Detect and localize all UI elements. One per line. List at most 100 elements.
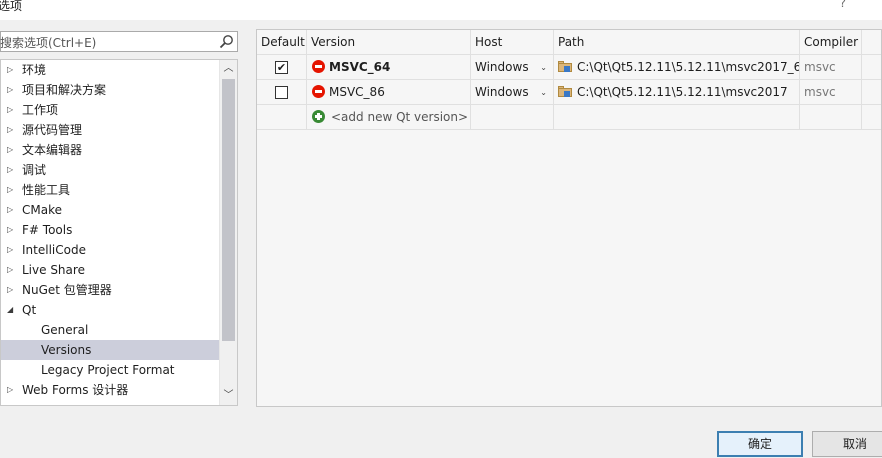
tree-item-label: General — [41, 323, 89, 337]
compiler-cell: msvc — [800, 80, 862, 105]
expand-arrow-icon[interactable]: ▷ — [7, 80, 13, 100]
help-button[interactable]: ? — [840, 0, 846, 10]
default-cell: ✔ — [257, 55, 307, 80]
column-header-compiler[interactable]: Compiler — [800, 30, 862, 55]
search-icon[interactable] — [219, 34, 234, 49]
dialog-title: 选项 — [0, 0, 23, 13]
expand-arrow-icon[interactable]: ▷ — [7, 120, 13, 140]
empty-cell — [862, 55, 881, 80]
expand-arrow-icon[interactable]: ▷ — [7, 380, 13, 400]
tree-item-text-editor[interactable]: ▷ 文本编辑器 — [1, 140, 219, 160]
chevron-down-icon[interactable]: ⌄ — [540, 80, 547, 104]
tree-item-environment[interactable]: ▷ 环境 — [1, 60, 219, 80]
column-header-empty — [862, 30, 881, 55]
expand-arrow-icon[interactable]: ▷ — [7, 60, 13, 80]
column-header-path[interactable]: Path — [554, 30, 800, 55]
path-cell[interactable]: C:\Qt\Qt5.12.11\5.12.11\msvc2017 — [554, 80, 800, 105]
expand-arrow-icon[interactable]: ▷ — [7, 240, 13, 260]
column-header-default[interactable]: Default — [257, 30, 307, 55]
tree-item-label: 调试 — [22, 163, 47, 177]
expand-arrow-icon[interactable]: ▷ — [7, 160, 13, 180]
tree-item-label: 项目和解决方案 — [22, 83, 107, 97]
default-checkbox[interactable]: ✔ — [275, 61, 288, 74]
default-cell — [257, 80, 307, 105]
version-cell[interactable]: MSVC_86 — [307, 80, 471, 105]
tree-item-label: 环境 — [22, 63, 47, 77]
tree-item-projects[interactable]: ▷ 项目和解决方案 — [1, 80, 219, 100]
collapse-arrow-icon[interactable]: ◢ — [7, 300, 13, 320]
tree-item-label: Web Forms 设计器 — [22, 383, 129, 397]
version-name: MSVC_64 — [329, 60, 391, 74]
add-version-link[interactable]: <add new Qt version> — [331, 110, 468, 124]
tree-item-label: 文本编辑器 — [22, 143, 83, 157]
tree-item-fsharp-tools[interactable]: ▷ F# Tools — [1, 220, 219, 240]
default-checkbox[interactable] — [275, 86, 288, 99]
tree-item-web-forms-designer[interactable]: ▷ Web Forms 设计器 — [1, 380, 219, 400]
tree-item-label: CMake — [22, 203, 62, 217]
tree-item-label: NuGet 包管理器 — [22, 283, 112, 297]
tree-item-label: 工作项 — [22, 103, 59, 117]
tree-item-source-control[interactable]: ▷ 源代码管理 — [1, 120, 219, 140]
tree-item-label: 源代码管理 — [22, 123, 83, 137]
scrollbar-thumb[interactable] — [222, 79, 235, 341]
empty-cell — [862, 80, 881, 105]
tree-item-intellicode[interactable]: ▷ IntelliCode — [1, 240, 219, 260]
path-cell[interactable]: C:\Qt\Qt5.12.11\5.12.11\msvc2017_64 — [554, 55, 800, 80]
remove-icon[interactable] — [312, 60, 325, 73]
expand-arrow-icon[interactable]: ▷ — [7, 260, 13, 280]
expand-arrow-icon[interactable]: ▷ — [7, 200, 13, 220]
expand-arrow-icon[interactable]: ▷ — [7, 140, 13, 160]
cancel-button[interactable]: 取消 — [812, 431, 882, 457]
path-value: C:\Qt\Qt5.12.11\5.12.11\msvc2017 — [577, 85, 788, 99]
remove-icon[interactable] — [312, 85, 325, 98]
empty-cell — [257, 105, 307, 130]
tree-item-label: IntelliCode — [22, 243, 86, 257]
version-name: MSVC_86 — [329, 85, 385, 99]
options-tree: ▷ 环境 ▷ 项目和解决方案 ▷ 工作项 ▷ 源代码管理 ▷ 文本编辑器 ▷ 调试 ▷ 性能工… — [0, 59, 238, 406]
tree-item-label: Qt — [22, 303, 37, 317]
empty-cell — [800, 105, 862, 130]
path-value: C:\Qt\Qt5.12.11\5.12.11\msvc2017_64 — [577, 60, 800, 74]
add-version-cell[interactable]: <add new Qt version> — [307, 105, 471, 130]
column-header-host[interactable]: Host — [471, 30, 554, 55]
empty-cell — [554, 105, 800, 130]
tree-item-label: Legacy Project Format — [41, 363, 175, 377]
folder-icon[interactable] — [558, 86, 572, 97]
scroll-up-icon[interactable]: ︿ — [220, 60, 237, 78]
tree-item-label: 性能工具 — [22, 183, 71, 197]
host-value: Windows — [475, 60, 529, 74]
host-select[interactable]: Windows ⌄ — [471, 80, 554, 105]
tree-item-nuget[interactable]: ▷ NuGet 包管理器 — [1, 280, 219, 300]
qt-versions-grid: Default Version Host Path Compiler ✔ MSV… — [256, 29, 882, 407]
tree-scrollbar[interactable]: ︿ ﹀ — [219, 60, 237, 405]
search-box[interactable]: 搜索选项(Ctrl+E) — [0, 31, 238, 52]
tree-item-work-items[interactable]: ▷ 工作项 — [1, 100, 219, 120]
expand-arrow-icon[interactable]: ▷ — [7, 280, 13, 300]
empty-cell — [471, 105, 554, 130]
tree-item-qt-general[interactable]: General — [1, 320, 219, 340]
ok-button[interactable]: 确定 — [717, 431, 803, 457]
folder-icon[interactable] — [558, 61, 572, 72]
scroll-down-icon[interactable]: ﹀ — [220, 387, 237, 405]
add-icon[interactable] — [312, 110, 325, 123]
expand-arrow-icon[interactable]: ▷ — [7, 220, 13, 240]
tree-item-cmake[interactable]: ▷ CMake — [1, 200, 219, 220]
dialog-title-bar: 选项 ? — [0, 0, 882, 20]
tree-item-label: Live Share — [22, 263, 85, 277]
column-header-version[interactable]: Version — [307, 30, 471, 55]
tree-item-performance-tools[interactable]: ▷ 性能工具 — [1, 180, 219, 200]
version-cell[interactable]: MSVC_64 — [307, 55, 471, 80]
expand-arrow-icon[interactable]: ▷ — [7, 100, 13, 120]
expand-arrow-icon[interactable]: ▷ — [7, 180, 13, 200]
tree-item-qt-versions[interactable]: Versions — [1, 340, 219, 360]
empty-cell — [862, 105, 881, 130]
tree-item-debugging[interactable]: ▷ 调试 — [1, 160, 219, 180]
tree-item-live-share[interactable]: ▷ Live Share — [1, 260, 219, 280]
tree-item-qt-legacy-format[interactable]: Legacy Project Format — [1, 360, 219, 380]
tree-item-label: Versions — [41, 343, 92, 357]
host-select[interactable]: Windows ⌄ — [471, 55, 554, 80]
tree-item-qt[interactable]: ◢ Qt — [1, 300, 219, 320]
chevron-down-icon[interactable]: ⌄ — [540, 55, 547, 79]
tree-item-label: F# Tools — [22, 223, 73, 237]
search-placeholder: 搜索选项(Ctrl+E) — [0, 36, 97, 50]
